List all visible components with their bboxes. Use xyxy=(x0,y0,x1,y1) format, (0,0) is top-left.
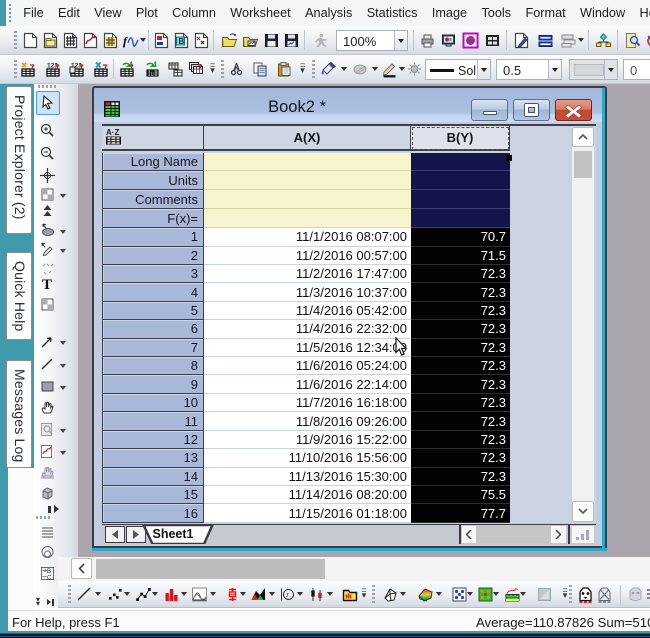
svg-text:B: B xyxy=(47,569,51,575)
svg-text:A·Z: A·Z xyxy=(106,128,119,137)
svg-text:T: T xyxy=(42,277,52,292)
svg-text:B: B xyxy=(179,37,185,46)
svg-text:f: f xyxy=(123,34,128,48)
svg-text:123: 123 xyxy=(47,63,58,70)
svg-text:C: C xyxy=(47,576,52,582)
svg-text:r: r xyxy=(287,592,290,599)
